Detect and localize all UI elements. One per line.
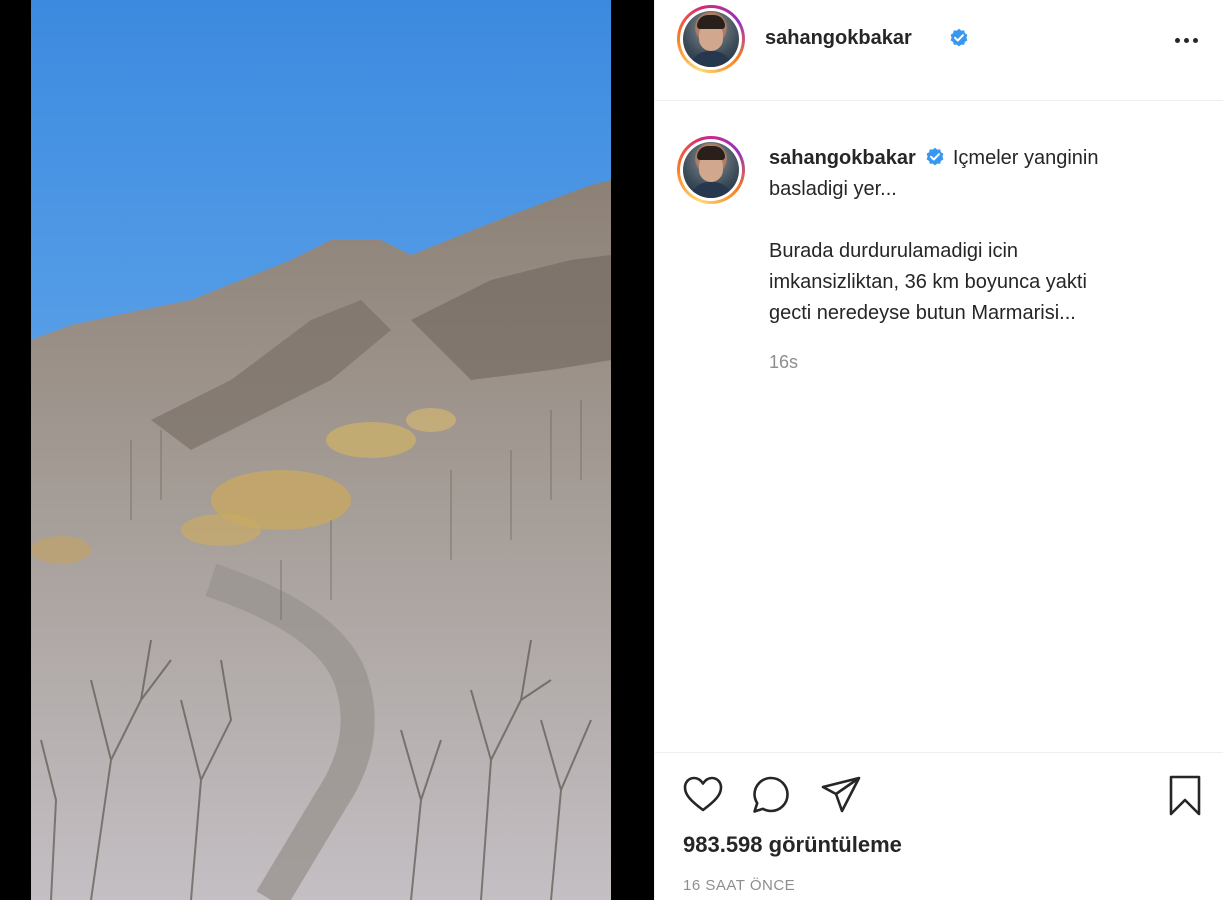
- caption-first-line-cont: basladigi yer...: [769, 178, 897, 200]
- post-media[interactable]: [0, 0, 654, 900]
- caption-body-line: gecti neredeyse butun Marmarisi...: [769, 302, 1076, 324]
- caption-body-line: imkansizliktan, 36 km boyunca yakti: [769, 271, 1087, 293]
- heart-icon[interactable]: [681, 773, 725, 817]
- header-avatar[interactable]: [677, 5, 745, 73]
- caption-body: Burada durdurulamadigi icin imkansizlikt…: [769, 236, 1199, 329]
- paper-plane-icon[interactable]: [819, 773, 863, 817]
- header-username[interactable]: sahangokbakar: [765, 27, 912, 50]
- caption-first-line: Içmeler yanginin: [952, 147, 1099, 169]
- verified-badge-icon: [950, 28, 968, 47]
- caption-avatar[interactable]: [677, 136, 745, 204]
- view-count[interactable]: 983.598 görüntüleme: [683, 832, 902, 858]
- video-player[interactable]: [31, 0, 611, 900]
- caption-body-line: Burada durdurulamadigi icin: [769, 240, 1019, 262]
- post-header: sahangokbakar: [655, 0, 1223, 101]
- burned-hillside-image: [31, 0, 611, 900]
- post-side-panel: sahangokbakar sahangokbakar Içmeler yang…: [654, 0, 1223, 900]
- post-timestamp[interactable]: 16 SAAT ÖNCE: [683, 877, 795, 894]
- verified-badge-icon: [926, 147, 944, 166]
- more-options-icon[interactable]: [1166, 28, 1206, 52]
- comment-bubble-icon[interactable]: [749, 773, 793, 817]
- caption-age[interactable]: 16s: [769, 352, 798, 373]
- avatar-photo: [683, 142, 739, 198]
- avatar-photo: [683, 11, 739, 67]
- bookmark-icon[interactable]: [1165, 773, 1205, 817]
- caption-username[interactable]: sahangokbakar: [769, 147, 916, 169]
- caption: sahangokbakar Içmeler yanginin basladigi…: [769, 143, 1199, 205]
- post-actions: 983.598 görüntüleme 16 SAAT ÖNCE: [655, 752, 1223, 900]
